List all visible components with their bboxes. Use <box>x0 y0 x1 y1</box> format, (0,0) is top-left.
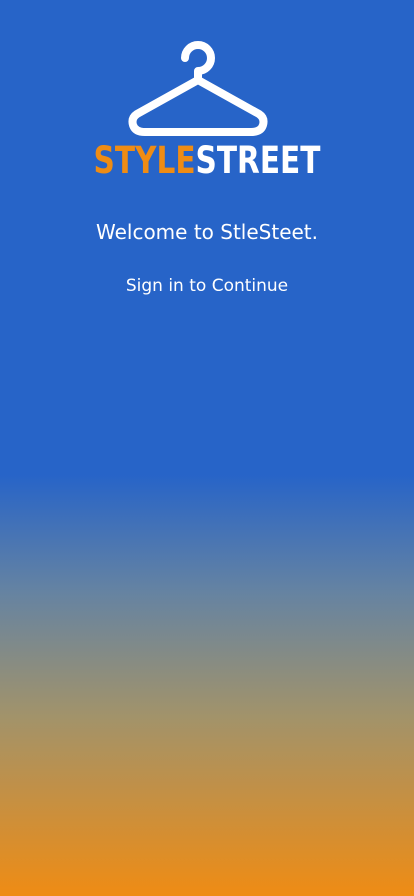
app-logo: STYLESTREET <box>0 40 414 185</box>
welcome-screen: STYLESTREET Welcome to StleSteet. Sign i… <box>0 0 414 896</box>
brand-style-text: STYLE <box>93 139 196 182</box>
sign-in-link[interactable]: Sign in to Continue <box>0 275 414 297</box>
brand-wordmark: STYLESTREET <box>41 141 372 181</box>
brand-street-text: STREET <box>195 139 321 182</box>
hanger-icon <box>128 41 268 136</box>
welcome-heading: Welcome to StleSteet. <box>95 220 319 244</box>
